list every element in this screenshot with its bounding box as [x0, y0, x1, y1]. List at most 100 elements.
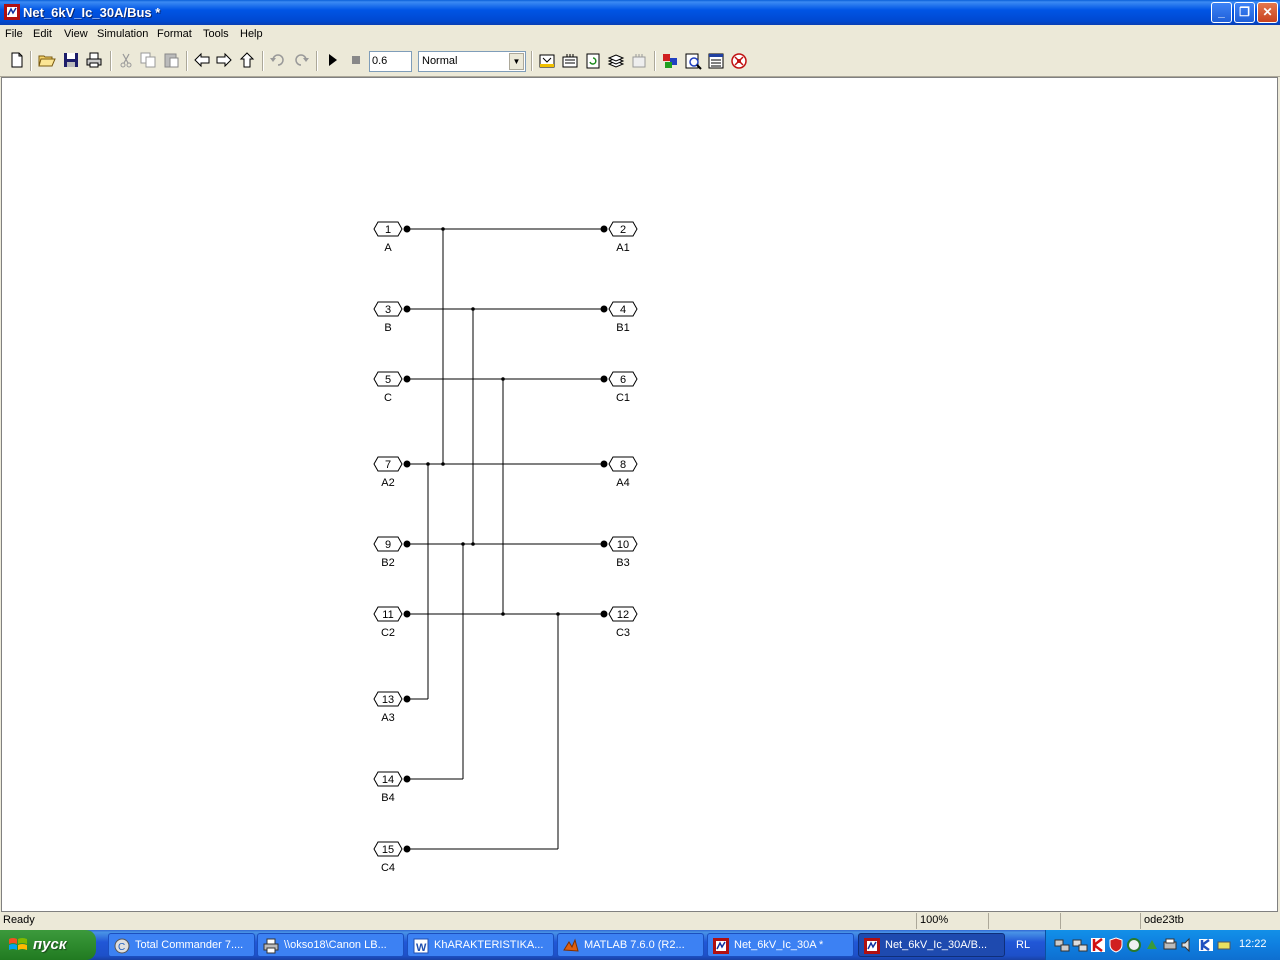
- toolbar-separator: [262, 51, 264, 71]
- wire-junction: [426, 462, 430, 466]
- security-icon[interactable]: [1126, 937, 1142, 953]
- paste-icon[interactable]: [162, 51, 180, 69]
- start-button[interactable]: пуск: [0, 930, 96, 960]
- restore-button[interactable]: ❐: [1234, 2, 1255, 23]
- usb-device-icon[interactable]: [1216, 937, 1232, 953]
- title-bar: Net_6kV_Ic_30A/Bus * _ ❐ ✕: [0, 0, 1280, 25]
- port-label: A4: [616, 477, 629, 489]
- menu-bar: File Edit View Simulation Format Tools H…: [0, 25, 1280, 45]
- simulation-mode-select[interactable]: Normal ▼: [418, 51, 526, 72]
- task-printer-queue[interactable]: \\okso18\Canon LB...: [257, 933, 404, 957]
- port-number: 15: [382, 844, 394, 856]
- wire-junction: [501, 377, 505, 381]
- refresh-blocks-icon[interactable]: [630, 52, 648, 70]
- toolbar-separator: [531, 51, 533, 71]
- model-browser-icon[interactable]: [707, 52, 725, 70]
- menu-view[interactable]: View: [64, 28, 88, 40]
- copy-icon[interactable]: [139, 51, 157, 69]
- undo-icon[interactable]: [269, 51, 287, 69]
- wire-junction: [471, 542, 475, 546]
- wire-junction: [441, 462, 445, 466]
- menu-format[interactable]: Format: [157, 28, 192, 40]
- shield-icon[interactable]: [1108, 937, 1124, 953]
- zoom-level: 100%: [916, 913, 988, 929]
- back-arrow-icon[interactable]: [193, 51, 211, 69]
- port-number: 14: [382, 774, 394, 786]
- task-word-document[interactable]: W KhARAKTERISTIKA...: [407, 933, 554, 957]
- printer-icon[interactable]: [1162, 937, 1178, 953]
- incremental-build-icon[interactable]: [538, 52, 556, 70]
- library-browser-stack-icon[interactable]: [607, 52, 625, 70]
- menu-simulation[interactable]: Simulation: [97, 28, 148, 40]
- start-label: пуск: [33, 936, 67, 953]
- port-number: 7: [385, 459, 391, 471]
- network-icon[interactable]: [1072, 937, 1088, 953]
- minimize-button[interactable]: _: [1211, 2, 1232, 23]
- port-label: B1: [616, 322, 629, 334]
- task-simulink-bus-subsystem[interactable]: Net_6kV_Ic_30A/B...: [858, 933, 1005, 957]
- model-canvas[interactable]: 1 A 3 B 5 C 7 A2 9 B2 11 C2 13 A3 14 B4 15 C4 2 A1 4 B1 6 C1 8 A4…: [1, 77, 1278, 912]
- up-arrow-icon[interactable]: [238, 51, 256, 69]
- menu-tools[interactable]: Tools: [203, 28, 229, 40]
- update-icon[interactable]: [1144, 937, 1160, 953]
- port-number: 2: [620, 224, 626, 236]
- chevron-down-icon[interactable]: ▼: [509, 53, 524, 70]
- task-label: Net_6kV_Ic_30A/B...: [885, 939, 988, 951]
- antivirus-icon[interactable]: [1090, 937, 1106, 953]
- wire-junction: [471, 307, 475, 311]
- task-matlab[interactable]: MATLAB 7.6.0 (R2...: [557, 933, 704, 957]
- language-indicator[interactable]: RL: [1016, 939, 1030, 951]
- port-label: C: [384, 392, 392, 404]
- stop-time-input[interactable]: 0.6: [369, 51, 412, 72]
- task-simulink-model[interactable]: Net_6kV_Ic_30A *: [707, 933, 854, 957]
- menu-file[interactable]: File: [5, 28, 23, 40]
- library-browser-icon[interactable]: [661, 52, 679, 70]
- simulink-app-icon: [4, 4, 20, 20]
- build-model-icon[interactable]: [561, 52, 579, 70]
- wire-junction: [501, 612, 505, 616]
- model-explorer-icon[interactable]: [684, 52, 702, 70]
- port-label: A1: [616, 242, 629, 254]
- cut-icon[interactable]: [117, 51, 135, 69]
- status-bar: Ready 100% ode23tb: [0, 912, 1280, 930]
- forward-arrow-icon[interactable]: [215, 51, 233, 69]
- open-folder-icon[interactable]: [38, 51, 56, 69]
- window-title: Net_6kV_Ic_30A/Bus *: [23, 5, 161, 20]
- stop-simulation-icon[interactable]: [347, 51, 365, 69]
- redo-icon[interactable]: [292, 51, 310, 69]
- toolbar-separator: [654, 51, 656, 71]
- windows-logo-icon: [9, 938, 27, 950]
- port-number: 6: [620, 374, 626, 386]
- simulink-icon: [713, 938, 729, 954]
- port-number: 10: [617, 539, 629, 551]
- status-empty-cell: [1060, 913, 1140, 929]
- port-label: A2: [381, 477, 394, 489]
- taskbar: пуск C Total Commander 7.... \\okso18\Ca…: [0, 930, 1280, 960]
- menu-help[interactable]: Help: [240, 28, 263, 40]
- debugger-icon[interactable]: [730, 52, 748, 70]
- keyboard-layout-icon[interactable]: [1198, 937, 1214, 953]
- port-number: 12: [617, 609, 629, 621]
- volume-icon[interactable]: [1180, 937, 1196, 953]
- new-model-icon[interactable]: [8, 51, 26, 69]
- port-label: B: [384, 322, 391, 334]
- simulation-mode-value: Normal: [422, 55, 458, 67]
- task-label: Net_6kV_Ic_30A *: [734, 939, 824, 951]
- word-icon: W: [413, 938, 429, 954]
- print-icon[interactable]: [85, 51, 103, 69]
- port-label: B3: [616, 557, 629, 569]
- port-number: 8: [620, 459, 626, 471]
- start-simulation-icon[interactable]: [324, 51, 342, 69]
- toolbar-separator: [186, 51, 188, 71]
- update-diagram-icon[interactable]: [584, 52, 602, 70]
- toolbar-separator: [110, 51, 112, 71]
- solver-name: ode23tb: [1140, 913, 1278, 929]
- menu-edit[interactable]: Edit: [33, 28, 52, 40]
- close-button[interactable]: ✕: [1257, 2, 1278, 23]
- task-total-commander[interactable]: C Total Commander 7....: [108, 933, 255, 957]
- save-icon[interactable]: [62, 51, 80, 69]
- matlab-icon: [563, 938, 579, 952]
- network-icon[interactable]: [1054, 937, 1070, 953]
- task-label: KhARAKTERISTIKA...: [434, 939, 544, 951]
- status-text: Ready: [3, 914, 35, 926]
